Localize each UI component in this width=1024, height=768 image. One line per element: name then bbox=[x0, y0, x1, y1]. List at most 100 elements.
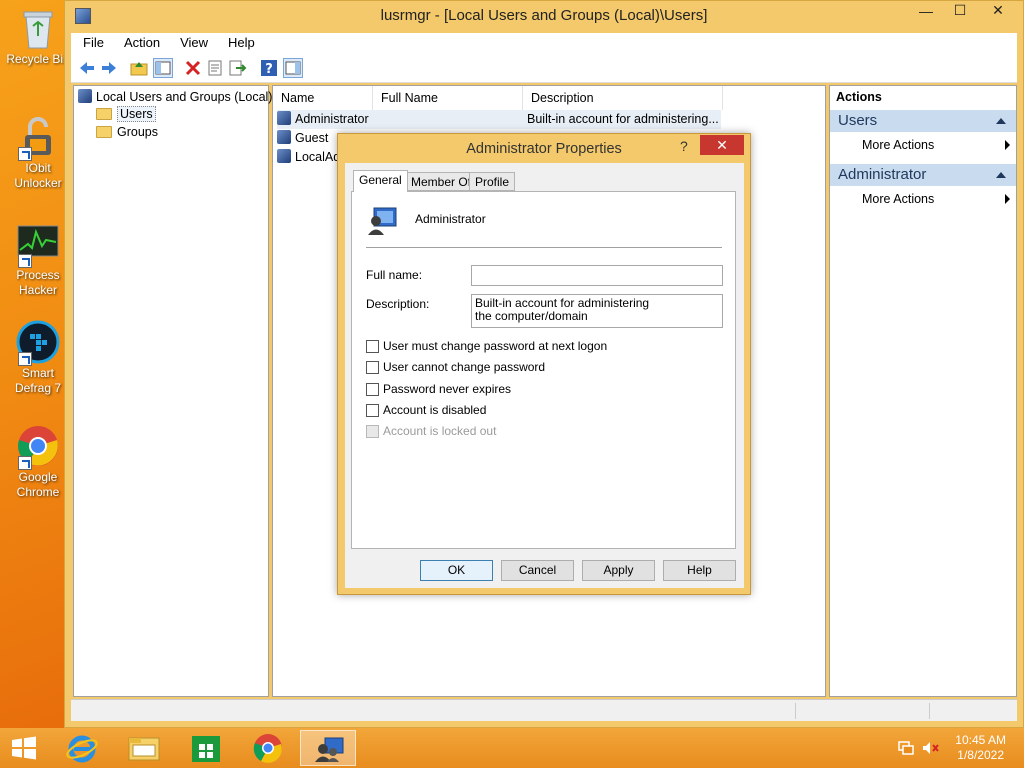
folder-icon bbox=[128, 737, 160, 761]
menu-help[interactable]: Help bbox=[216, 33, 263, 50]
actions-title: Actions bbox=[836, 90, 882, 104]
separator bbox=[366, 247, 722, 248]
tab-profile[interactable]: Profile bbox=[469, 172, 516, 191]
actions-section-users[interactable]: Users bbox=[830, 110, 1016, 132]
taskbar-lusrmgr[interactable] bbox=[300, 730, 356, 766]
start-button[interactable] bbox=[0, 730, 48, 766]
menu-bar: File Action View Help bbox=[71, 33, 1017, 53]
show-action-pane-icon[interactable] bbox=[283, 58, 303, 78]
folder-icon bbox=[96, 108, 112, 120]
general-tab-panel: Administrator Full name: Description: Bu… bbox=[351, 191, 736, 549]
checkbox-box[interactable] bbox=[366, 383, 379, 396]
desktop-icon-label: IObit Unlocker bbox=[14, 161, 62, 190]
delete-icon[interactable] bbox=[183, 58, 203, 78]
menu-action[interactable]: Action bbox=[112, 33, 168, 50]
checkbox-box[interactable] bbox=[366, 340, 379, 353]
submenu-arrow-icon bbox=[1005, 140, 1010, 150]
checkbox-box[interactable] bbox=[366, 404, 379, 417]
help-button[interactable]: Help bbox=[663, 560, 736, 581]
close-button[interactable]: ✕ bbox=[975, 2, 1021, 24]
svg-text:?: ? bbox=[265, 62, 273, 77]
table-row[interactable]: LocalAd bbox=[277, 148, 340, 167]
cancel-button[interactable]: Cancel bbox=[501, 560, 574, 581]
back-arrow-icon[interactable] bbox=[77, 58, 97, 78]
help-icon[interactable]: ? bbox=[259, 58, 279, 78]
user-icon bbox=[277, 111, 291, 125]
desktop-icon-label: Process Hacker bbox=[16, 268, 60, 297]
up-folder-icon[interactable] bbox=[129, 58, 149, 78]
description-label: Description: bbox=[366, 297, 430, 311]
checkbox-cannot-change-password[interactable]: User cannot change password bbox=[366, 360, 545, 374]
checkbox-account-locked-out: Account is locked out bbox=[366, 424, 496, 438]
taskbar-file-explorer[interactable] bbox=[116, 730, 172, 766]
shortcut-arrow-icon bbox=[18, 352, 32, 366]
table-row[interactable]: Administrator Built-in account for admin… bbox=[277, 110, 721, 129]
minimize-button[interactable]: — bbox=[911, 3, 941, 25]
chrome-icon bbox=[253, 734, 282, 763]
dialog-title: Administrator Properties bbox=[466, 141, 622, 157]
window-titlebar[interactable]: lusrmgr - [Local Users and Groups (Local… bbox=[65, 1, 1023, 33]
user-name-label: Administrator bbox=[415, 212, 486, 226]
taskbar: 10:45 AM 1/8/2022 bbox=[0, 728, 1024, 768]
maximize-button[interactable]: ☐ bbox=[945, 2, 975, 24]
checkbox-must-change-password[interactable]: User must change password at next logon bbox=[366, 339, 607, 353]
network-icon[interactable] bbox=[898, 740, 914, 759]
collapse-icon[interactable] bbox=[996, 172, 1006, 178]
export-list-icon[interactable] bbox=[227, 58, 247, 78]
user-avatar-icon bbox=[366, 204, 398, 239]
chrome-icon bbox=[16, 424, 60, 470]
administrator-properties-dialog: Administrator Properties ? ✕ General Mem… bbox=[337, 133, 751, 595]
status-divider bbox=[795, 703, 796, 719]
tree-item-users[interactable]: Users bbox=[96, 106, 156, 122]
clock-date: 1/8/2022 bbox=[957, 748, 1004, 762]
properties-icon[interactable] bbox=[205, 58, 225, 78]
actions-pane: Actions Users More Actions Administrator… bbox=[829, 85, 1017, 697]
process-monitor-icon bbox=[16, 222, 60, 268]
column-header-full-name[interactable]: Full Name bbox=[373, 86, 523, 110]
actions-section-administrator[interactable]: Administrator bbox=[830, 164, 1016, 186]
more-actions-administrator[interactable]: More Actions bbox=[862, 192, 1010, 206]
table-row[interactable]: Guest bbox=[277, 129, 328, 148]
dialog-help-button[interactable]: ? bbox=[680, 138, 688, 154]
dialog-close-button[interactable]: ✕ bbox=[700, 135, 744, 155]
collapse-icon[interactable] bbox=[996, 118, 1006, 124]
column-header-name[interactable]: Name bbox=[273, 86, 373, 110]
folder-icon bbox=[96, 126, 112, 138]
checkbox-password-never-expires[interactable]: Password never expires bbox=[366, 382, 511, 396]
tab-member-of[interactable]: Member Of bbox=[405, 172, 478, 191]
toolbar: ? bbox=[71, 53, 1017, 83]
forward-arrow-icon[interactable] bbox=[99, 58, 119, 78]
tree-root[interactable]: Local Users and Groups (Local) bbox=[78, 89, 272, 104]
tab-general[interactable]: General bbox=[353, 170, 408, 192]
apply-button[interactable]: Apply bbox=[582, 560, 655, 581]
clock-time: 10:45 AM bbox=[955, 733, 1006, 747]
taskbar-store[interactable] bbox=[178, 730, 234, 766]
status-divider bbox=[929, 703, 930, 719]
shortcut-arrow-icon bbox=[18, 147, 32, 161]
shortcut-arrow-icon bbox=[18, 456, 32, 470]
menu-file[interactable]: File bbox=[71, 33, 112, 50]
row-description: Built-in account for administering... bbox=[527, 112, 719, 126]
menu-view[interactable]: View bbox=[168, 33, 216, 50]
window-title: lusrmgr - [Local Users and Groups (Local… bbox=[380, 7, 708, 24]
show-hide-tree-icon[interactable] bbox=[153, 58, 173, 78]
ok-button[interactable]: OK bbox=[420, 560, 493, 581]
column-header-description[interactable]: Description bbox=[523, 86, 723, 110]
checkbox-box[interactable] bbox=[366, 361, 379, 374]
checkbox-account-disabled[interactable]: Account is disabled bbox=[366, 403, 486, 417]
submenu-arrow-icon bbox=[1005, 194, 1010, 204]
users-groups-icon bbox=[315, 737, 344, 762]
tree-item-groups[interactable]: Groups bbox=[96, 125, 158, 139]
more-actions-users[interactable]: More Actions bbox=[862, 138, 1010, 152]
taskbar-internet-explorer[interactable] bbox=[54, 730, 110, 766]
system-clock[interactable]: 10:45 AM 1/8/2022 bbox=[955, 733, 1006, 763]
status-bar bbox=[71, 699, 1017, 721]
desktop-icon-label: Google Chrome bbox=[16, 470, 60, 499]
windows-logo-icon bbox=[12, 736, 36, 760]
taskbar-google-chrome[interactable] bbox=[240, 730, 296, 766]
full-name-field[interactable] bbox=[471, 265, 723, 286]
padlock-icon bbox=[16, 115, 60, 161]
volume-muted-icon[interactable] bbox=[922, 740, 940, 759]
description-field[interactable]: Built-in account for administering the c… bbox=[471, 294, 723, 328]
user-icon bbox=[277, 149, 291, 163]
